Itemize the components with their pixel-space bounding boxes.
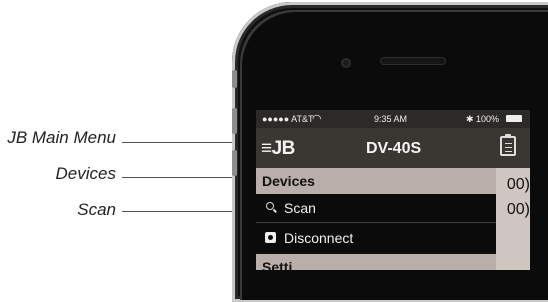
menu-divider (256, 222, 496, 223)
main-menu-button[interactable]: ≡JB (261, 138, 295, 160)
status-bar: ●●●●● AT&T ◠ 9:35 AM ✱ 100% (256, 110, 530, 128)
menu-item-scan[interactable]: Scan (256, 194, 496, 222)
side-menu: Devices Scan Disconnect Setti (256, 168, 496, 270)
menu-section-devices: Devices (256, 168, 496, 194)
phone-volume-up (232, 108, 237, 134)
clipboard-icon[interactable] (500, 134, 516, 156)
phone-mute-switch (232, 70, 237, 88)
menu-item-disconnect-label: Disconnect (284, 230, 354, 246)
phone-volume-down (232, 150, 237, 176)
carrier-label: ●●●●● AT&T (262, 114, 314, 124)
callout-scan: Scan (77, 200, 116, 219)
background-content: 00) 00) (496, 168, 530, 270)
nav-bar: ≡JB DV-40S (256, 128, 530, 168)
disconnect-icon (265, 232, 276, 243)
callout-main-menu: JB Main Menu (7, 128, 116, 147)
menu-section-devices-label: Devices (262, 173, 315, 189)
callout-devices: Devices (55, 164, 116, 183)
battery-icon (506, 115, 522, 122)
front-camera (341, 58, 351, 68)
page-title: DV-40S (366, 140, 422, 157)
background-value-2: 00) (506, 201, 530, 218)
menu-item-disconnect[interactable]: Disconnect (256, 224, 496, 252)
battery-label: ✱ 100% (466, 114, 500, 124)
menu-item-scan-label: Scan (284, 200, 316, 216)
background-value-1: 00) (506, 176, 530, 193)
wifi-icon: ◠ (312, 113, 322, 125)
search-icon (266, 202, 274, 210)
menu-section-settings: Setti (256, 254, 496, 270)
phone-screen: ●●●●● AT&T ◠ 9:35 AM ✱ 100% ≡JB DV-40S 0… (256, 110, 530, 270)
time-label: 9:35 AM (374, 114, 408, 124)
earpiece-speaker (380, 57, 446, 65)
